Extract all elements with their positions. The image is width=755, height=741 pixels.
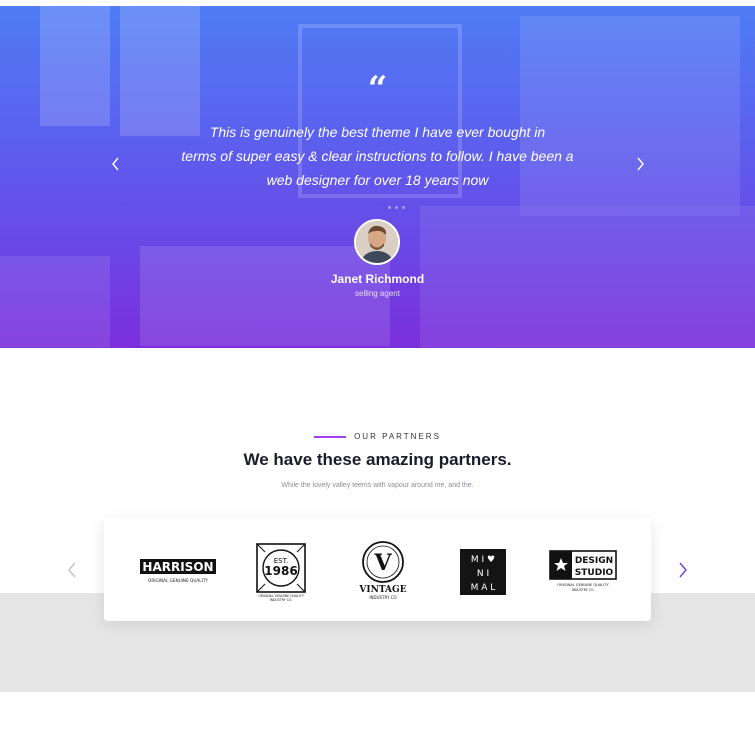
section-subtitle: While the lovely valley teems with vapou… xyxy=(281,482,474,489)
partner-logo-vintage[interactable]: V VINTAGE INDUSTRY CO xyxy=(354,538,412,604)
testimonial-prev-button[interactable] xyxy=(106,154,126,174)
quote-line: This is genuinely the best theme I have … xyxy=(209,124,546,140)
quote-line: terms of super easy & clear instructions… xyxy=(181,148,574,164)
testimonial-quote: This is genuinely the best theme I have … xyxy=(170,120,585,192)
chevron-left-icon xyxy=(68,562,76,578)
harrison-logo-name: HARRISON xyxy=(142,560,213,574)
slider-dots[interactable] xyxy=(388,206,405,209)
partners-next-button[interactable] xyxy=(673,560,693,585)
minimal-logo-row3: M A L xyxy=(471,583,496,593)
person-role: selling agent xyxy=(355,289,400,298)
chevron-right-icon xyxy=(679,562,687,578)
est-1986-logo-line2: 1986 xyxy=(264,564,297,578)
avatar xyxy=(354,219,400,265)
testimonial-section: “ This is genuinely the best theme I hav… xyxy=(0,6,755,348)
vintage-logo-icon: V VINTAGE INDUSTRY CO xyxy=(358,541,407,600)
design-studio-logo-tagline: ORIGINAL GENUINE QUALITY xyxy=(557,583,609,587)
est-1986-logo-sub: INDUSTRY CO. xyxy=(270,598,293,602)
section-label: OUR PARTNERS xyxy=(0,432,755,441)
est-1986-logo-icon: EST. 1986 ORIGINAL GENUINE QUALITY INDUS… xyxy=(256,543,306,602)
partner-logo-harrison[interactable]: HARRISON ORIGINAL GENUINE QUALITY xyxy=(138,538,218,604)
design-studio-logo-line1: DESIGN xyxy=(575,556,613,566)
section-label-text: OUR PARTNERS xyxy=(354,432,441,441)
harrison-logo-tagline: ORIGINAL GENUINE QUALITY xyxy=(148,578,208,583)
minimal-logo-row2: N I xyxy=(477,569,489,579)
partner-logo-design-studio[interactable]: DESIGN STUDIO ORIGINAL GENUINE QUALITY I… xyxy=(548,538,618,604)
person-name: Janet Richmond xyxy=(330,272,425,286)
testimonial-next-button[interactable] xyxy=(630,154,650,174)
vintage-logo-letter: V xyxy=(373,550,392,576)
partner-logo-est-1986[interactable]: EST. 1986 ORIGINAL GENUINE QUALITY INDUS… xyxy=(250,538,312,604)
partners-prev-button[interactable] xyxy=(62,560,82,585)
design-studio-logo-icon: DESIGN STUDIO ORIGINAL GENUINE QUALITY I… xyxy=(549,550,617,592)
slider-dot[interactable] xyxy=(402,206,405,209)
design-studio-logo-sub: INDUSTRY CO. xyxy=(572,588,595,592)
chevron-right-icon xyxy=(637,157,644,171)
vintage-logo-name: VINTAGE xyxy=(358,585,406,595)
chevron-left-icon xyxy=(112,157,119,171)
minimal-logo-row1: M I ♥ xyxy=(471,555,495,565)
quote-mark: “ xyxy=(367,69,388,109)
partner-logo-minimal[interactable]: M I ♥ N I M A L xyxy=(458,538,508,604)
vintage-logo-tagline: INDUSTRY CO xyxy=(369,595,396,600)
partners-carousel: HARRISON ORIGINAL GENUINE QUALITY EST. 1… xyxy=(104,518,651,621)
quote-line: web designer for over 18 years now xyxy=(266,172,489,188)
section-title: We have these amazing partners. xyxy=(243,450,512,469)
slider-dot[interactable] xyxy=(395,206,398,209)
design-studio-logo-line2: STUDIO xyxy=(575,568,614,578)
minimal-logo-icon: M I ♥ N I M A L xyxy=(460,549,506,595)
person-photo-icon xyxy=(356,221,398,263)
harrison-logo-icon: HARRISON ORIGINAL GENUINE QUALITY xyxy=(140,559,216,583)
slider-dot[interactable] xyxy=(388,206,391,209)
label-accent-line xyxy=(314,435,347,438)
